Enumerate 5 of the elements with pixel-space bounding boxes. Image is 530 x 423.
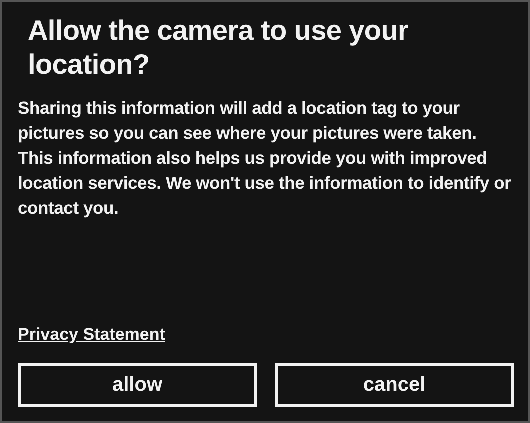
allow-button[interactable]: allow	[18, 363, 257, 407]
dialog-title: Allow the camera to use your location?	[27, 14, 410, 82]
cancel-button[interactable]: cancel	[275, 363, 514, 407]
privacy-statement-link[interactable]: Privacy Statement	[18, 325, 166, 345]
dialog-message: Sharing this information will add a location tag to your pictures so you can see where your pictures were taken. This information also helps us provide you with improved location services. We won't use the information to identify or contact you.	[18, 97, 512, 220]
